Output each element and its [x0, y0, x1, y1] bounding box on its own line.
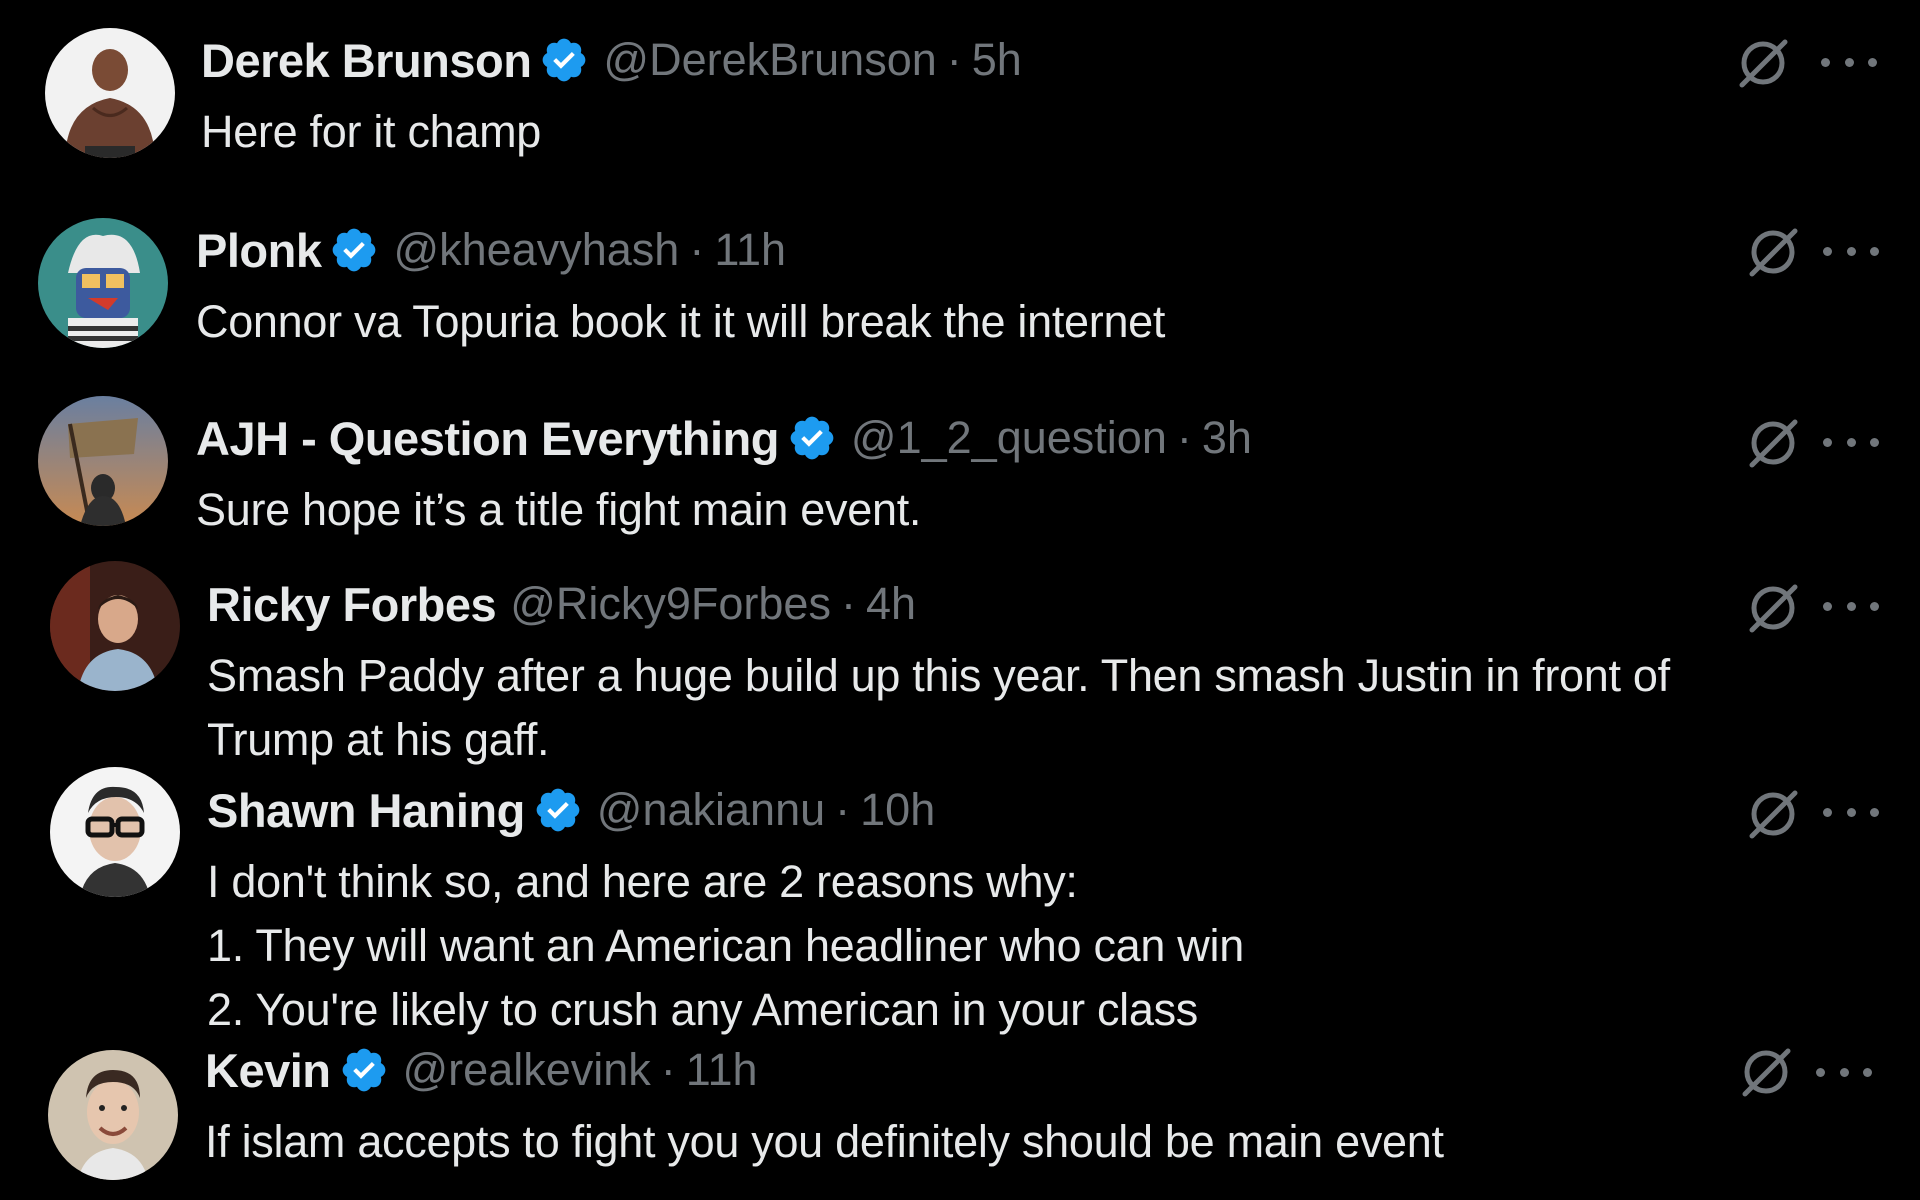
reply-text-line: Connor va Topuria book it it will break …: [196, 296, 1166, 347]
timestamp[interactable]: 4h: [866, 578, 916, 630]
reply-text: Sure hope it’s a title fight main event.: [196, 478, 921, 542]
avatar[interactable]: [45, 28, 175, 158]
separator: ·: [835, 784, 851, 835]
timestamp[interactable]: 11h: [686, 1044, 758, 1096]
verified-badge-icon: [787, 413, 837, 463]
avatar[interactable]: [50, 561, 180, 691]
timestamp[interactable]: 5h: [972, 34, 1022, 86]
reply-text-line: 2. You're likely to crush any American i…: [207, 984, 1198, 1035]
reply-item[interactable]: Shawn Haning @nakiannu · 10h I don't thi…: [0, 750, 1920, 1035]
grok-icon[interactable]: [1743, 222, 1803, 282]
reply-header: Derek Brunson @DerekBrunson · 5h: [201, 30, 1022, 90]
grok-icon[interactable]: [1743, 784, 1803, 844]
more-options-icon[interactable]: [1821, 52, 1877, 72]
verified-badge-icon: [329, 225, 379, 275]
reply-header: Kevin @realkevink · 11h: [205, 1040, 758, 1100]
reply-text: Here for it champ: [201, 100, 541, 164]
avatar[interactable]: [50, 767, 180, 897]
more-options-icon[interactable]: [1823, 241, 1879, 261]
display-name[interactable]: Shawn Haning: [207, 783, 525, 838]
user-handle[interactable]: @nakiannu: [597, 784, 825, 836]
reply-text-line: If islam accepts to fight you you defini…: [205, 1116, 1444, 1167]
reply-header: Shawn Haning @nakiannu · 10h: [207, 780, 935, 840]
verified-badge-icon: [539, 35, 589, 85]
reply-header: AJH - Question Everything @1_2_question …: [196, 408, 1252, 468]
separator: ·: [1176, 412, 1192, 463]
grok-icon[interactable]: [1733, 33, 1793, 93]
verified-badge-icon: [339, 1045, 389, 1095]
reply-item[interactable]: AJH - Question Everything @1_2_question …: [0, 380, 1920, 545]
reply-header: Ricky Forbes @Ricky9Forbes · 4h: [207, 574, 916, 634]
more-options-icon[interactable]: [1823, 432, 1879, 452]
separator: ·: [689, 224, 705, 275]
display-name[interactable]: Kevin: [205, 1043, 331, 1098]
user-handle[interactable]: @kheavyhash: [393, 224, 679, 276]
reply-header: Plonk @kheavyhash · 11h: [196, 220, 786, 280]
timestamp[interactable]: 11h: [714, 224, 786, 276]
reply-text-line: Smash Paddy after a huge build up this y…: [207, 650, 1670, 701]
separator: ·: [660, 1044, 676, 1095]
grok-icon[interactable]: [1743, 578, 1803, 638]
verified-badge-icon: [533, 785, 583, 835]
separator: ·: [840, 578, 856, 629]
grok-icon[interactable]: [1743, 413, 1803, 473]
reply-text-line: 1. They will want an American headliner …: [207, 920, 1244, 971]
reply-item[interactable]: Kevin @realkevink · 11h If islam accepts…: [0, 1035, 1920, 1200]
user-handle[interactable]: @DerekBrunson: [603, 34, 936, 86]
more-options-icon[interactable]: [1816, 1062, 1872, 1082]
reply-item[interactable]: Plonk @kheavyhash · 11h Connor va Topuri…: [0, 190, 1920, 380]
user-handle[interactable]: @1_2_question: [851, 412, 1167, 464]
more-options-icon[interactable]: [1823, 802, 1879, 822]
reply-item[interactable]: Ricky Forbes @Ricky9Forbes · 4h Smash Pa…: [0, 545, 1920, 765]
reply-text: If islam accepts to fight you you defini…: [205, 1110, 1444, 1174]
display-name[interactable]: Plonk: [196, 223, 322, 278]
display-name[interactable]: Ricky Forbes: [207, 577, 497, 632]
reply-text-line: I don't think so, and here are 2 reasons…: [207, 856, 1078, 907]
user-handle[interactable]: @Ricky9Forbes: [510, 578, 831, 630]
display-name[interactable]: Derek Brunson: [201, 33, 532, 88]
separator: ·: [946, 34, 962, 85]
reply-text-line: Sure hope it’s a title fight main event.: [196, 484, 922, 535]
avatar[interactable]: [38, 218, 168, 348]
display-name[interactable]: AJH - Question Everything: [196, 411, 779, 466]
grok-icon[interactable]: [1736, 1042, 1796, 1102]
more-options-icon[interactable]: [1823, 596, 1879, 616]
timestamp[interactable]: 3h: [1202, 412, 1252, 464]
avatar[interactable]: [38, 396, 168, 526]
timestamp[interactable]: 10h: [860, 784, 935, 836]
user-handle[interactable]: @realkevink: [403, 1044, 651, 1096]
reply-text-line: Here for it champ: [201, 106, 542, 157]
reply-item[interactable]: Derek Brunson @DerekBrunson · 5h Here fo…: [0, 0, 1920, 190]
avatar[interactable]: [48, 1050, 178, 1180]
reply-text: Connor va Topuria book it it will break …: [196, 290, 1165, 354]
reply-text: I don't think so, and here are 2 reasons…: [207, 850, 1244, 1042]
